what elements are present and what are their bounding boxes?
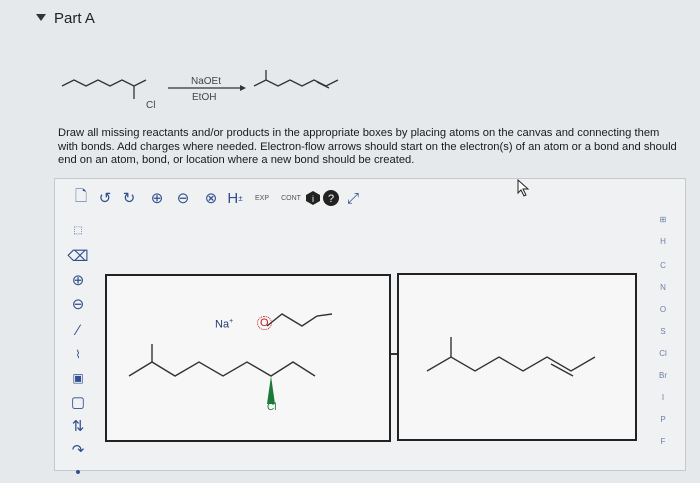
negative-charge-icon[interactable]: ⊖ <box>67 293 89 315</box>
svg-text:i: i <box>312 194 314 204</box>
part-header[interactable]: Part A <box>0 0 700 40</box>
periodic-table-icon[interactable]: ⊞ <box>651 215 675 224</box>
element-c[interactable]: C <box>651 261 675 270</box>
chain-tool-icon[interactable]: ⌇ <box>67 343 89 365</box>
single-bond-icon[interactable]: ∕ <box>67 319 89 341</box>
positive-charge-icon[interactable]: ⊕ <box>67 269 89 291</box>
part-title: Part A <box>54 10 95 27</box>
redo-icon[interactable]: ↻ <box>119 188 139 208</box>
chlorine-substituent: Cl <box>146 100 156 111</box>
drawing-editor[interactable]: 🗋 ↺ ↻ ⊕ ⊖ ⊗ H ± EXP CONT i ? ⤢ ⬚ ⌫ ⊕ ⊖ ∕ … <box>54 178 686 481</box>
product-box[interactable] <box>397 273 637 441</box>
mouse-cursor-icon <box>517 179 530 197</box>
svg-text:?: ? <box>328 193 334 205</box>
contract-icon[interactable]: CONT <box>277 188 305 208</box>
element-cl[interactable]: Cl <box>651 349 675 358</box>
instructions-text: Draw all missing reactants and/or produc… <box>58 127 677 166</box>
element-palette: ⊞ H C N O S Cl Br I P F <box>645 213 679 470</box>
info-icon[interactable]: i <box>303 188 323 208</box>
template-tool-icon[interactable]: ▣ <box>67 367 89 389</box>
element-h[interactable]: H <box>651 237 675 246</box>
element-n[interactable]: N <box>651 283 675 292</box>
reactant-box[interactable]: Na+ O Cl <box>105 274 391 442</box>
lone-pair-icon[interactable]: • <box>67 461 89 483</box>
chlorine-atom[interactable]: Cl <box>267 402 276 413</box>
explicit-hydrogens-icon[interactable]: EXP <box>251 188 273 208</box>
element-o[interactable]: O <box>651 305 675 314</box>
zoom-in-icon[interactable]: ⊕ <box>147 188 167 208</box>
fullscreen-icon[interactable]: ⤢ <box>343 188 363 208</box>
new-document-icon[interactable]: 🗋 <box>71 188 91 208</box>
help-icon[interactable]: ? <box>321 188 341 208</box>
eraser-icon[interactable]: ⌫ <box>67 245 89 267</box>
sodium-atom[interactable]: Na+ <box>215 318 233 331</box>
element-s[interactable]: S <box>651 327 675 336</box>
hydrogen-toggle-icon[interactable]: H ± <box>223 188 247 208</box>
clear-icon[interactable]: ⊗ <box>201 188 221 208</box>
element-f[interactable]: F <box>651 437 675 446</box>
zoom-out-icon[interactable]: ⊖ <box>173 188 193 208</box>
editor-toolbar: 🗋 ↺ ↻ ⊕ ⊖ ⊗ H ± EXP CONT i ? ⤢ <box>55 179 685 215</box>
reactant-structure <box>128 313 333 404</box>
reagent-top: NaOEt <box>191 76 222 87</box>
left-toolbar: ⬚ ⌫ ⊕ ⊖ ∕ ⌇ ▣ ▢ ⇅ ↷ • <box>55 219 93 481</box>
element-i[interactable]: I <box>651 393 675 402</box>
undo-icon[interactable]: ↺ <box>95 188 115 208</box>
product-structure <box>426 337 596 377</box>
collapse-caret-icon[interactable] <box>36 14 46 21</box>
element-br[interactable]: Br <box>651 371 675 380</box>
curved-arrow-icon[interactable]: ↷ <box>67 439 89 461</box>
reagent-bottom: EtOH <box>192 92 217 103</box>
element-p[interactable]: P <box>651 415 675 424</box>
ring-tool-icon[interactable]: ▢ <box>67 391 89 413</box>
oxygen-atom[interactable]: O <box>257 316 272 330</box>
select-tool-icon[interactable]: ⬚ <box>67 219 89 241</box>
arrow-tool-icon[interactable]: ⇅ <box>67 415 89 437</box>
